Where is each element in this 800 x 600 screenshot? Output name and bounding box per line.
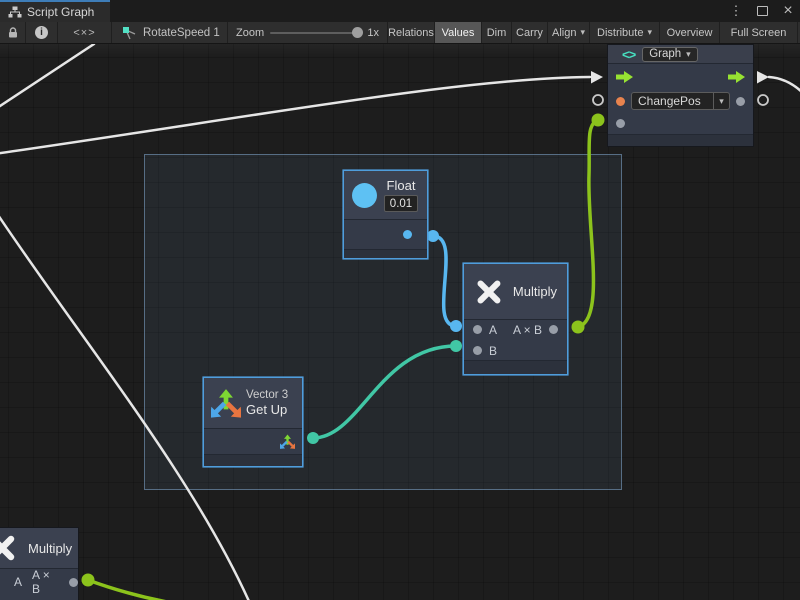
multiply2-output-port[interactable]	[69, 578, 78, 587]
multiply-x-icon	[474, 276, 504, 308]
node-multiply[interactable]: Multiply A A × B B	[463, 263, 568, 375]
multiply-x-icon	[0, 532, 18, 564]
node-title: Multiply	[513, 284, 557, 299]
info-icon: i	[35, 26, 48, 39]
float-node-header: Float 0.01	[344, 171, 427, 219]
float-node-body	[344, 219, 427, 249]
node-float[interactable]: Float 0.01	[343, 170, 428, 259]
zoom-value: 1x	[367, 27, 379, 39]
multiply2-node-header: Multiply	[0, 528, 78, 568]
chevron-down-icon: ▾	[580, 27, 585, 38]
toolbar-button-distribute[interactable]: Distribute ▾	[590, 22, 660, 43]
float-output-port[interactable]	[403, 230, 412, 239]
chevron-down-icon: ▾	[686, 49, 691, 60]
toolbar-buttons: Relations Values Dim Carry Align ▾ Distr…	[388, 22, 798, 43]
toolbar-button-fullscreen[interactable]: Full Screen	[720, 22, 798, 43]
chevron-down-icon: ▾	[647, 27, 652, 38]
close-icon: ×	[783, 3, 792, 19]
zoom-slider[interactable]	[270, 32, 361, 34]
node-graph-unit[interactable]: <> Graph ▾ ChangePos ▾	[607, 44, 754, 147]
node-vector3-get-up[interactable]: Vector 3 Get Up	[203, 377, 303, 467]
graph-ref-label: RotateSpeed 1	[143, 27, 220, 39]
info-button[interactable]: i	[26, 22, 58, 43]
menu-dots-icon: ⋮	[730, 3, 743, 19]
toolbar-button-dim[interactable]: Dim	[482, 22, 512, 43]
node-footer	[204, 454, 302, 466]
value-output-port[interactable]	[736, 97, 745, 106]
multiply-node-body: A A × B B	[464, 319, 567, 360]
node-footer	[344, 249, 427, 258]
window-controls: ⋮ ×	[728, 0, 796, 22]
tab-bar: Script Graph ⋮ ×	[0, 0, 800, 22]
script-graph-icon	[8, 6, 22, 18]
maximize-icon	[757, 6, 768, 16]
zoom-slider-handle[interactable]	[352, 27, 363, 38]
lock-button[interactable]	[0, 22, 26, 43]
node-footer	[464, 360, 567, 374]
tab-script-graph[interactable]: Script Graph	[0, 0, 110, 22]
multiply-node-header: Multiply	[464, 264, 567, 319]
toolbar-button-carry[interactable]: Carry	[512, 22, 548, 43]
node-title: Vector 3	[246, 388, 288, 402]
multiply-input-b-port[interactable]	[473, 346, 482, 355]
toolbar-button-align[interactable]: Align ▾	[548, 22, 590, 43]
vector3-node-body	[204, 428, 302, 454]
graph-ref-icon	[122, 26, 137, 40]
node-footer	[608, 134, 753, 146]
vector3-axes-icon	[211, 388, 241, 418]
changepos-input-port[interactable]	[616, 97, 625, 106]
graph-breadcrumb[interactable]: RotateSpeed 1	[112, 22, 228, 43]
window-close-button[interactable]: ×	[780, 2, 796, 20]
node-title: Float	[387, 178, 416, 193]
flow-out-port-icon[interactable]	[728, 71, 745, 83]
toolbar-button-overview[interactable]: Overview	[660, 22, 720, 43]
secondary-input-port[interactable]	[616, 119, 625, 128]
zoom-control: Zoom 1x	[228, 22, 388, 43]
graph-dropdown[interactable]: Graph ▾	[642, 47, 698, 62]
graph-node-body: ChangePos ▾	[608, 63, 753, 134]
code-brackets-icon: <>	[622, 47, 635, 62]
float-type-icon	[352, 183, 377, 208]
code-view-button[interactable]: <×>	[58, 22, 112, 43]
graph-node-header: <> Graph ▾	[608, 45, 753, 63]
toolbar-button-relations[interactable]: Relations	[388, 22, 435, 43]
graph-toolbar: i <×> RotateSpeed 1 Zoom 1x Relations Va…	[0, 22, 800, 44]
tab-title: Script Graph	[27, 5, 94, 19]
vector3-node-header: Vector 3 Get Up	[204, 378, 302, 428]
changepos-dropdown[interactable]: ChangePos ▾	[631, 92, 730, 110]
lock-icon	[7, 26, 19, 39]
multiply-input-a-port[interactable]	[473, 325, 482, 334]
window-menu-button[interactable]: ⋮	[728, 2, 744, 20]
node-title: Multiply	[28, 541, 72, 556]
window-maximize-button[interactable]	[754, 2, 770, 20]
node-subtitle: Get Up	[246, 402, 288, 418]
node-multiply-partial[interactable]: Multiply A A × B	[0, 527, 79, 600]
vector3-output-port[interactable]	[280, 434, 295, 449]
code-icon: <×>	[73, 27, 95, 39]
zoom-label: Zoom	[236, 27, 264, 39]
multiply2-node-body: A A × B	[0, 568, 78, 600]
toolbar-button-values[interactable]: Values	[435, 22, 482, 43]
flow-in-port-icon[interactable]	[616, 71, 633, 83]
multiply-output-port[interactable]	[549, 325, 558, 334]
script-graph-window: { "window": { "title": "Script Graph" },…	[0, 0, 800, 600]
float-value-field[interactable]: 0.01	[384, 195, 418, 212]
chevron-down-icon: ▾	[713, 93, 729, 109]
